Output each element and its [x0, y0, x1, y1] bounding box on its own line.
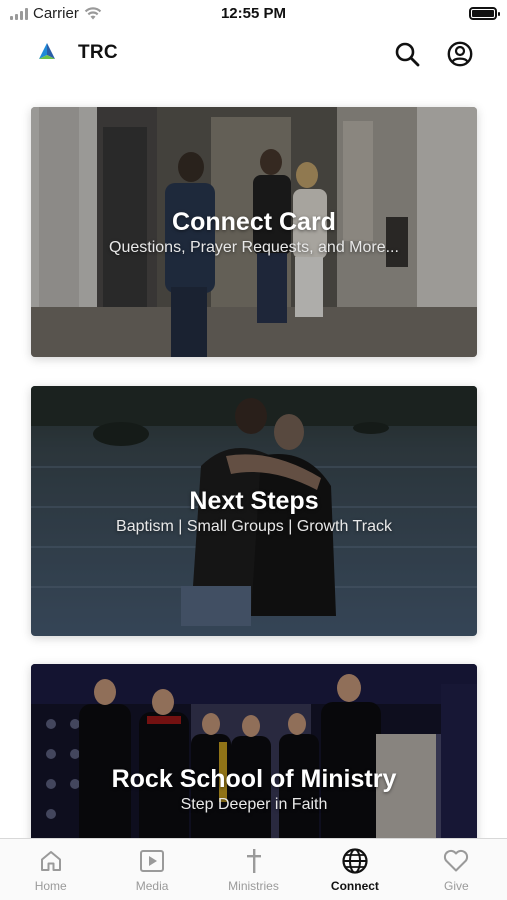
profile-button[interactable] — [445, 39, 475, 69]
tab-label: Ministries — [228, 879, 279, 893]
search-button[interactable] — [392, 39, 422, 69]
status-time: 12:55 PM — [220, 5, 287, 22]
battery-icon — [469, 7, 500, 20]
card-title: Rock School of Ministry — [111, 765, 397, 793]
card-subtitle: Baptism | Small Groups | Growth Track — [116, 518, 392, 535]
heart-icon — [442, 847, 470, 875]
search-icon — [395, 42, 420, 67]
globe-icon — [341, 847, 369, 875]
next-steps-tile[interactable]: Next Steps Baptism | Small Groups | Grow… — [31, 386, 477, 636]
card-title: Connect Card — [172, 208, 336, 236]
tab-label: Give — [443, 879, 469, 893]
cross-icon — [244, 847, 264, 875]
play-square-icon — [139, 847, 165, 875]
connect-card-tile[interactable]: Connect Card Questions, Prayer Requests,… — [31, 107, 477, 357]
status-bar: Carrier 12:55 PM — [0, 0, 507, 28]
battery-level — [472, 10, 494, 17]
app-title: TRC — [78, 42, 118, 63]
tab-home[interactable]: Home — [0, 839, 101, 900]
card-subtitle: Step Deeper in Faith — [180, 796, 328, 813]
user-profile-icon — [447, 41, 473, 67]
trc-logo-icon — [39, 43, 55, 59]
app-header: TRC — [0, 30, 507, 76]
card-title: Next Steps — [189, 487, 319, 515]
home-icon — [39, 847, 63, 875]
card-text: Next Steps Baptism | Small Groups | Grow… — [31, 486, 477, 537]
tab-label: Home — [34, 879, 67, 893]
tab-connect[interactable]: Connect — [304, 839, 405, 900]
tab-give[interactable]: Give — [406, 839, 507, 900]
card-text: Rock School of Ministry Step Deeper in F… — [31, 764, 477, 815]
tab-bar: Home Media Ministries Connect Give — [0, 838, 507, 900]
tab-media[interactable]: Media — [101, 839, 202, 900]
card-text: Connect Card Questions, Prayer Requests,… — [31, 207, 477, 258]
tab-ministries[interactable]: Ministries — [203, 839, 304, 900]
card-subtitle: Questions, Prayer Requests, and More... — [109, 239, 399, 256]
tab-label: Media — [135, 879, 169, 893]
tab-label: Connect — [330, 879, 379, 893]
